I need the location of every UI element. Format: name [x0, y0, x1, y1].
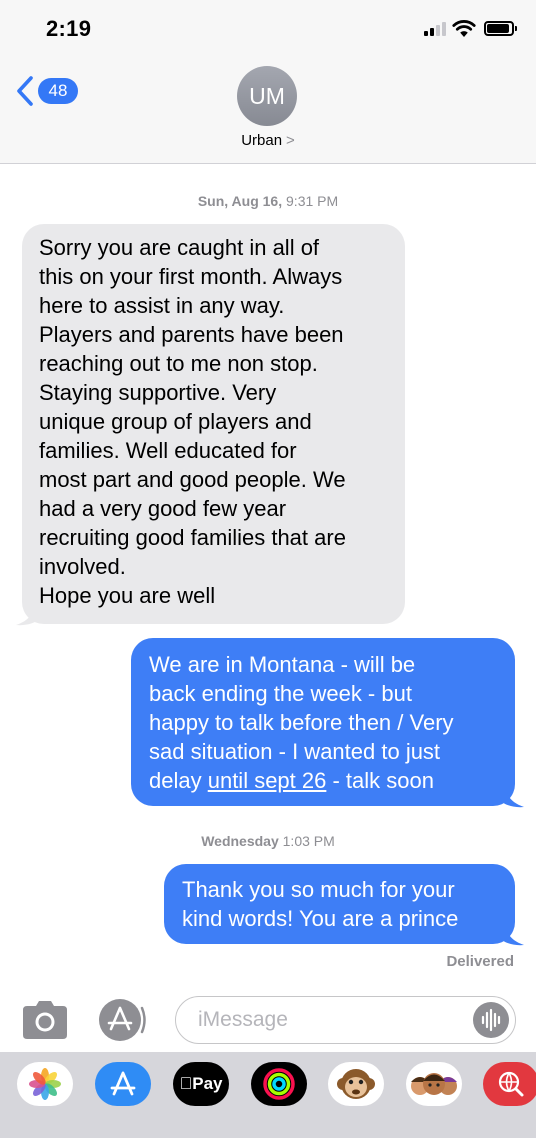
cellular-signal-icon: [424, 22, 448, 36]
activity-app-icon[interactable]: [251, 1062, 307, 1106]
image-search-app-icon[interactable]: [483, 1062, 536, 1106]
memoji-icon: [411, 1073, 457, 1095]
message-line: involved.: [39, 554, 126, 579]
timestamp-day: Wednesday: [201, 833, 279, 849]
audio-message-button[interactable]: [473, 1002, 509, 1038]
chevron-right-icon: >: [286, 132, 295, 149]
battery-level: [487, 24, 509, 33]
date-link[interactable]: until sept 26: [208, 768, 327, 793]
message-timestamp: Wednesday 1:03 PM: [0, 833, 536, 849]
message-timestamp: Sun, Aug 16, 9:31 PM: [0, 193, 536, 209]
app-store-icon[interactable]: [98, 998, 148, 1042]
animoji-app-icon[interactable]: [328, 1062, 384, 1106]
outgoing-message-bubble[interactable]: We are in Montana - will be back ending …: [131, 638, 515, 806]
photos-icon: [29, 1068, 61, 1100]
apple-pay-text: Pay: [185, 1074, 222, 1093]
message-line: families. Well educated for: [39, 438, 297, 463]
monkey-icon: [337, 1069, 375, 1099]
message-line: reaching out to me non stop.: [39, 351, 318, 376]
message-line: here to assist in any way.: [39, 293, 285, 318]
timestamp-day: Sun, Aug 16,: [197, 193, 283, 209]
message-line: sad situation - I wanted to just: [149, 739, 441, 764]
outgoing-message-bubble[interactable]: Thank you so much for your kind words! Y…: [164, 864, 515, 944]
message-line: Thank you so much for your: [182, 877, 455, 902]
activity-rings-icon: [263, 1068, 295, 1100]
message-line: Sorry you are caught in all of: [39, 235, 320, 260]
memoji-app-icon[interactable]: [406, 1062, 462, 1106]
wifi-icon: [452, 20, 476, 37]
camera-icon[interactable]: [22, 1000, 68, 1040]
status-bar: 2:19: [0, 0, 536, 60]
photos-app-icon[interactable]: [17, 1062, 73, 1106]
incoming-message-bubble[interactable]: Sorry you are caught in all of this on y…: [22, 224, 405, 624]
message-line: kind words! You are a prince: [182, 906, 459, 931]
message-line: this on your first month. Always: [39, 264, 343, 289]
message-line: We are in Montana - will be: [149, 652, 416, 677]
status-time: 2:19: [46, 16, 92, 41]
app-store-app-icon[interactable]: [95, 1062, 151, 1106]
message-input-field[interactable]: [175, 996, 516, 1044]
message-line: recruiting good families that are: [39, 525, 346, 550]
globe-search-icon: [498, 1071, 524, 1097]
message-line: most part and good people. We: [39, 467, 346, 492]
message-line: unique group of players and: [39, 409, 312, 434]
message-text: delay: [149, 768, 208, 793]
message-line: delay until sept 26 - talk soon: [149, 766, 515, 795]
apple-pay-app-icon[interactable]: Pay: [173, 1062, 229, 1106]
apple-pay-label: Pay: [173, 1062, 229, 1106]
bubble-tail: [500, 786, 524, 808]
timestamp-time: 1:03 PM: [282, 833, 335, 849]
chevron-left-icon: [17, 76, 33, 106]
contact-name: Urban: [241, 132, 283, 149]
message-text: - talk soon: [326, 768, 434, 793]
app-store-icon: [110, 1071, 136, 1096]
unread-count-badge: 48: [38, 78, 78, 104]
message-line: happy to talk before then / Very: [149, 710, 454, 735]
back-button[interactable]: 48: [14, 74, 80, 108]
timestamp-time: 9:31 PM: [286, 193, 339, 209]
contact-name-button[interactable]: Urban >: [0, 132, 536, 149]
contact-avatar[interactable]: UM: [237, 66, 297, 126]
battery-icon: [484, 21, 517, 36]
audio-waveform-icon: [481, 1008, 501, 1032]
message-line: Staying supportive. Very: [39, 380, 277, 405]
message-line: had a very good few year: [39, 496, 287, 521]
message-line: Players and parents have been: [39, 322, 344, 347]
apple-logo-icon: : [180, 1074, 193, 1093]
message-line: Hope you are well: [39, 583, 216, 608]
conversation-header: 48 UM Urban >: [0, 60, 536, 164]
bubble-tail: [500, 924, 524, 946]
message-line: back ending the week - but: [149, 681, 412, 706]
imessage-input[interactable]: [198, 1007, 458, 1033]
bubble-tail: [16, 604, 40, 626]
delivered-status: Delivered: [446, 953, 514, 970]
home-indicator: [192, 1122, 342, 1128]
